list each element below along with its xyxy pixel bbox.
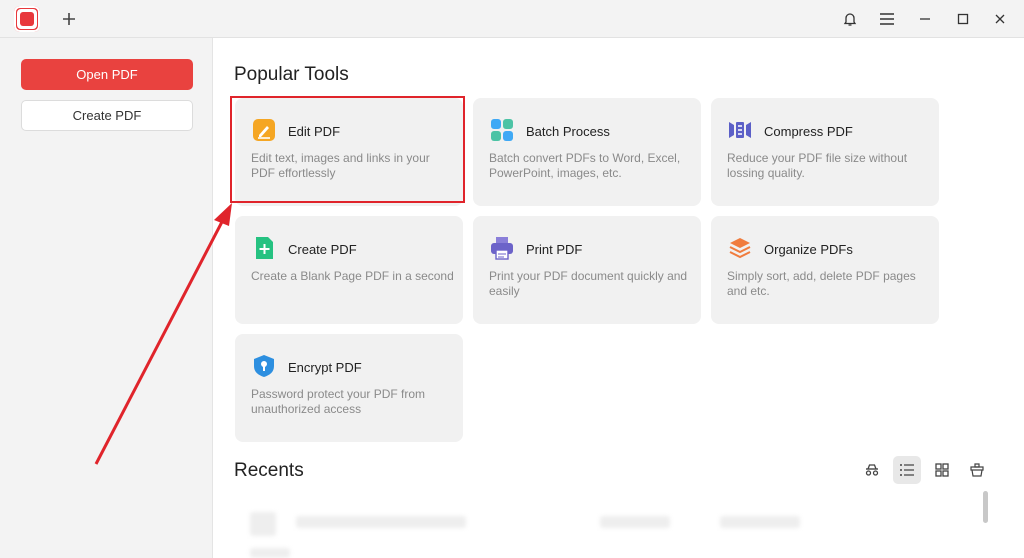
recent-file-size — [720, 516, 800, 528]
incognito-icon[interactable] — [858, 456, 886, 484]
recent-file-name — [296, 516, 466, 528]
list-view-icon[interactable] — [893, 456, 921, 484]
recent-file-date — [600, 516, 670, 528]
scrollbar[interactable] — [983, 491, 988, 523]
recents-heading: Recents — [234, 460, 304, 481]
recent-file-thumbnail — [250, 548, 290, 558]
clear-history-icon[interactable] — [963, 456, 991, 484]
recent-file-thumbnail — [250, 512, 276, 536]
grid-view-icon[interactable] — [928, 456, 956, 484]
